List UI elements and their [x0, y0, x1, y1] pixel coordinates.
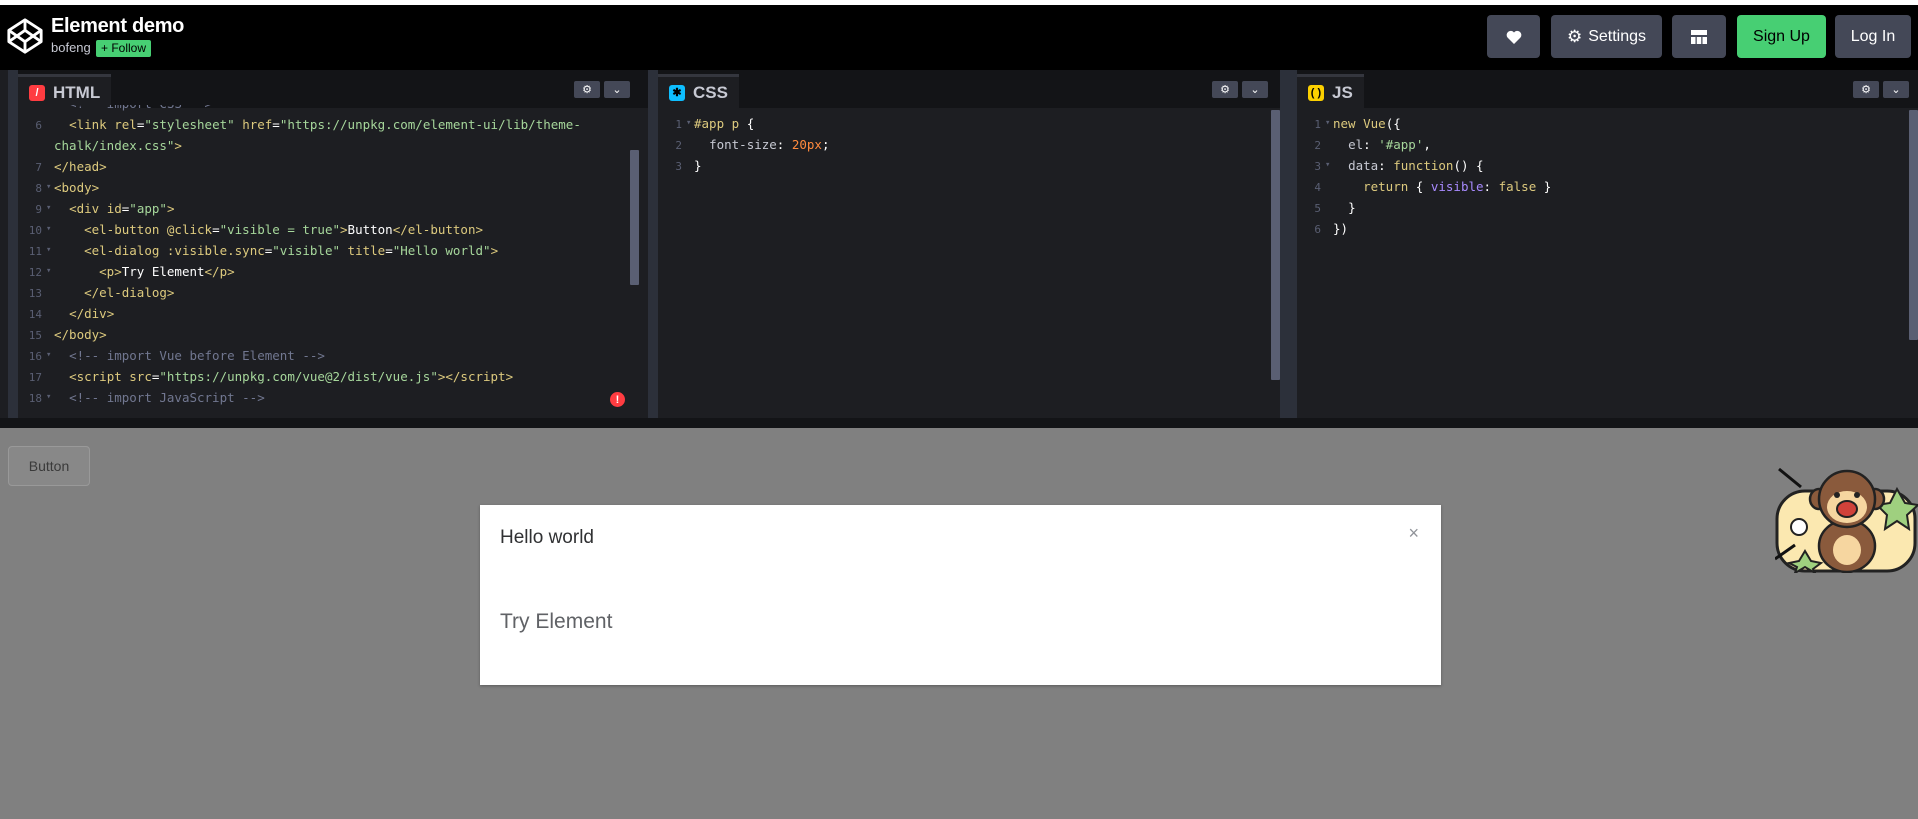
- css-pane-header: ✱ CSS ⚙ ⌄: [658, 70, 1280, 108]
- tab-js[interactable]: ( ) JS: [1297, 74, 1364, 108]
- html-tools: ⚙ ⌄: [574, 81, 630, 98]
- tab-css[interactable]: ✱ CSS: [658, 74, 739, 108]
- css-settings-button[interactable]: ⚙: [1212, 81, 1238, 98]
- top-bar: Element demo bofeng + Follow ⚙ Settings …: [0, 0, 1918, 70]
- html-collapse-button[interactable]: ⌄: [604, 81, 630, 98]
- js-scrollbar[interactable]: [1909, 110, 1918, 340]
- tab-html-label: HTML: [53, 82, 101, 102]
- settings-label: Settings: [1588, 27, 1647, 45]
- js-tools: ⚙ ⌄: [1853, 81, 1909, 98]
- tab-js-label: JS: [1332, 82, 1353, 102]
- css-icon: ✱: [669, 84, 685, 101]
- author-name[interactable]: bofeng: [51, 40, 91, 55]
- tab-html[interactable]: / HTML: [18, 74, 112, 108]
- layout-icon: [1691, 29, 1707, 44]
- follow-button[interactable]: + Follow: [96, 40, 152, 57]
- js-icon: ( ): [1308, 84, 1324, 101]
- login-button[interactable]: Log In: [1835, 15, 1911, 58]
- editor-bottom-resizer[interactable]: [0, 418, 1918, 428]
- dialog-body-text: Try Element: [500, 610, 613, 633]
- heart-icon: [1506, 30, 1521, 44]
- html-editor-pane: / HTML ⚙ ⌄ <!-- import CSS --> 6 <link r…: [18, 70, 648, 418]
- editor-area: / HTML ⚙ ⌄ <!-- import CSS --> 6 <link r…: [0, 70, 1918, 428]
- gear-icon: ⚙: [1566, 26, 1583, 46]
- tab-css-label: CSS: [693, 82, 728, 102]
- monkey-sticker-icon: [1775, 467, 1918, 573]
- pane-divider-1[interactable]: [648, 70, 658, 418]
- html-code[interactable]: <!-- import CSS --> 6 <link rel="stylesh…: [18, 105, 648, 410]
- css-scrollbar[interactable]: [1271, 110, 1280, 380]
- css-code[interactable]: 1 ▾ #app p { 2 font-size: 20px; 3}: [658, 113, 1280, 418]
- result-preview: Button Hello world × Try Element: [0, 428, 1918, 819]
- js-settings-button[interactable]: ⚙: [1853, 81, 1879, 98]
- error-icon[interactable]: !: [610, 392, 625, 407]
- editor-left-edge: [8, 70, 18, 418]
- js-collapse-button[interactable]: ⌄: [1883, 81, 1909, 98]
- heart-button[interactable]: [1487, 15, 1540, 58]
- pane-divider-2[interactable]: [1280, 70, 1297, 418]
- html-pane-header: / HTML ⚙ ⌄: [18, 70, 648, 108]
- open-dialog-button[interactable]: Button: [8, 446, 90, 486]
- js-editor-pane: ( ) JS ⚙ ⌄ 1 ▾ new Vue({ 2 el: '#app', 3 ▾ …: [1297, 70, 1918, 418]
- html-settings-button[interactable]: ⚙: [574, 81, 600, 98]
- dialog: Hello world × Try Element: [480, 505, 1441, 685]
- signup-button[interactable]: Sign Up: [1737, 15, 1826, 58]
- codepen-logo-icon[interactable]: [6, 17, 44, 55]
- change-view-button[interactable]: [1672, 15, 1726, 58]
- html-icon: /: [29, 84, 45, 101]
- settings-button[interactable]: ⚙ Settings: [1551, 15, 1662, 58]
- css-editor-pane: ✱ CSS ⚙ ⌄ 1 ▾ #app p { 2 font-size: 20px; …: [658, 70, 1280, 418]
- css-collapse-button[interactable]: ⌄: [1242, 81, 1268, 98]
- js-pane-header: ( ) JS ⚙ ⌄: [1297, 70, 1918, 108]
- html-scrollbar[interactable]: [630, 150, 639, 285]
- css-tools: ⚙ ⌄: [1212, 81, 1268, 98]
- pen-title[interactable]: Element demo: [51, 15, 184, 38]
- dialog-title: Hello world: [500, 527, 594, 548]
- js-code[interactable]: 1 ▾ new Vue({ 2 el: '#app', 3 ▾ data: funct…: [1297, 113, 1918, 418]
- close-icon[interactable]: ×: [1408, 523, 1419, 544]
